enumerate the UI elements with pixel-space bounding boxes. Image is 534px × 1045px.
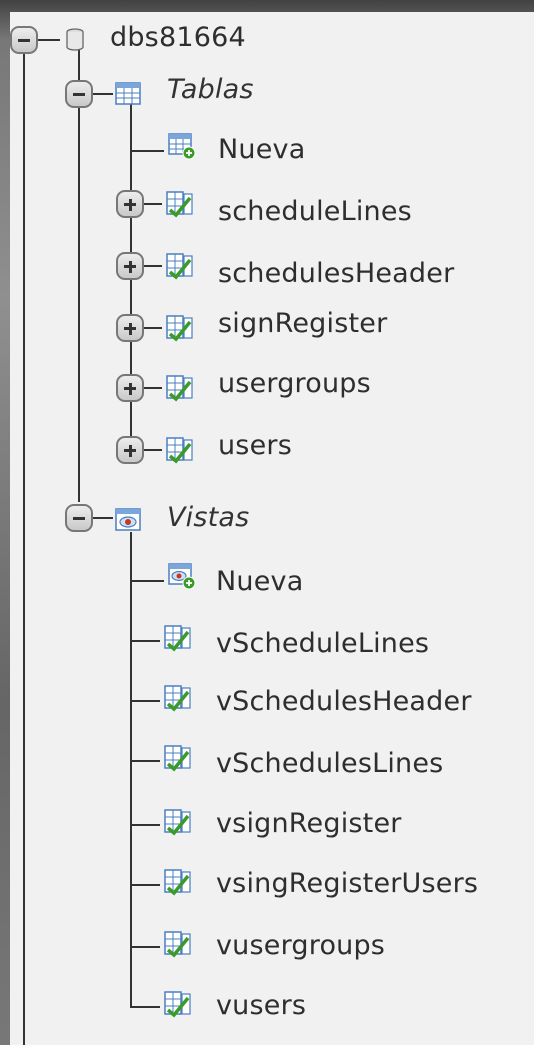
tree-line: [144, 265, 162, 267]
expand-toggle[interactable]: [116, 252, 144, 280]
views-collapse-toggle[interactable]: [65, 504, 93, 532]
tree-line: [144, 449, 162, 451]
table-label[interactable]: usergroups: [218, 368, 371, 400]
tables-collapse-toggle[interactable]: [65, 80, 93, 108]
expand-toggle[interactable]: [116, 374, 144, 402]
tree-line: [130, 760, 160, 762]
new-view-label[interactable]: Nueva: [216, 566, 303, 598]
view-icon: [164, 991, 191, 1018]
expand-toggle[interactable]: [116, 436, 144, 464]
root-database-label[interactable]: dbs81664: [110, 22, 246, 54]
tree-line: [144, 327, 162, 329]
table-icon: [166, 375, 193, 402]
view-label[interactable]: vusers: [216, 990, 306, 1022]
new-table-label[interactable]: Nueva: [218, 134, 305, 166]
view-icon: [164, 685, 191, 712]
table-label[interactable]: schedulesHeader: [218, 258, 454, 290]
view-icon: [164, 931, 191, 958]
tree-line: [130, 150, 164, 152]
tree-line: [144, 203, 162, 205]
view-icon: [164, 809, 191, 836]
view-label[interactable]: vsignRegister: [216, 808, 402, 840]
expand-toggle[interactable]: [116, 314, 144, 342]
table-icon: [166, 253, 193, 280]
table-label[interactable]: signRegister: [218, 308, 387, 340]
tables-folder-icon: [115, 82, 141, 105]
tree-line: [38, 39, 60, 41]
view-icon: [164, 869, 191, 896]
root-collapse-toggle[interactable]: [10, 26, 38, 54]
view-icon: [164, 745, 191, 772]
view-label[interactable]: vSchedulesLines: [216, 748, 443, 780]
database-tree-panel: dbs81664 Tablas Nueva scheduleLines sche…: [10, 12, 534, 1045]
views-group-label[interactable]: Vistas: [167, 502, 249, 534]
tree-line: [130, 824, 160, 826]
tree-line: [130, 1006, 160, 1008]
tables-group-label[interactable]: Tablas: [167, 74, 254, 106]
new-view-icon: [168, 563, 196, 590]
table-label[interactable]: users: [218, 430, 292, 462]
tree-line: [130, 640, 160, 642]
new-table-icon: [168, 133, 196, 160]
tree-line: [130, 946, 160, 948]
tree-line: [144, 387, 162, 389]
table-icon: [166, 437, 193, 464]
tree-line: [130, 532, 132, 1006]
tree-line: [130, 580, 164, 582]
view-label[interactable]: vusergroups: [216, 930, 385, 962]
tree-line: [130, 884, 160, 886]
tree-line: [93, 93, 113, 95]
views-folder-icon: [115, 508, 141, 531]
table-label[interactable]: scheduleLines: [218, 196, 412, 228]
view-icon: [164, 625, 191, 652]
tree-line: [23, 42, 25, 1045]
tree-line: [93, 517, 113, 519]
view-label[interactable]: vScheduleLines: [216, 628, 429, 660]
expand-toggle[interactable]: [116, 190, 144, 218]
tree-line: [78, 50, 80, 502]
tree-line: [130, 700, 160, 702]
table-icon: [166, 191, 193, 218]
table-icon: [166, 315, 193, 342]
view-label[interactable]: vsingRegisterUsers: [216, 868, 478, 900]
database-icon: [66, 28, 84, 51]
view-label[interactable]: vSchedulesHeader: [216, 686, 472, 718]
